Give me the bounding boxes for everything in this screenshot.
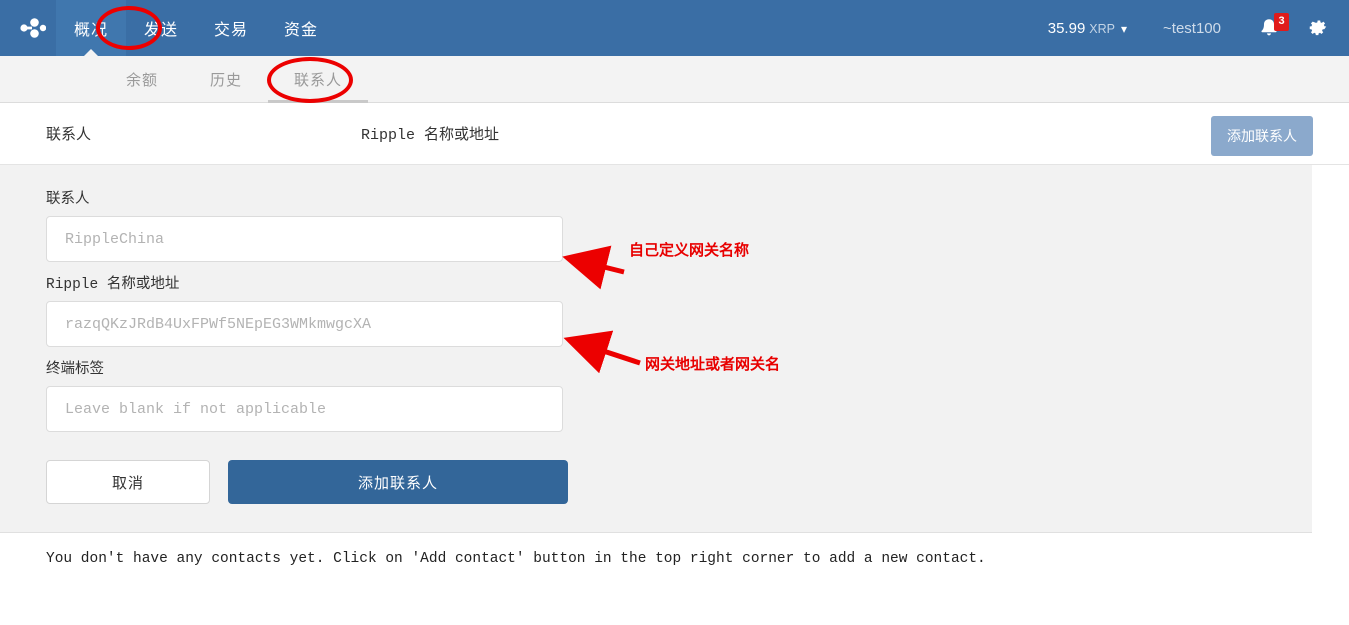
- destination-tag-input[interactable]: [46, 386, 563, 432]
- contact-name-input[interactable]: [46, 216, 563, 262]
- ripple-logo-icon: [20, 18, 46, 38]
- subtab-history-label: 历史: [210, 71, 243, 89]
- field-ripple-address: Ripple 名称或地址: [46, 272, 1312, 347]
- field-destination-tag-label: 终端标签: [46, 362, 104, 378]
- balance-currency: XRP: [1089, 21, 1115, 36]
- primary-nav: 概况 发送 交易 资金: [56, 0, 336, 56]
- nav-item-overview-label: 概况: [74, 22, 109, 39]
- gear-icon: [1309, 20, 1327, 36]
- chevron-down-icon: ▾: [1121, 21, 1128, 36]
- nav-item-send-label: 发送: [144, 22, 179, 39]
- ripple-logo[interactable]: [0, 0, 56, 56]
- subtab-contacts-label: 联系人: [294, 71, 343, 89]
- nav-item-fund-label: 资金: [284, 22, 319, 39]
- field-ripple-address-label: Ripple 名称或地址: [46, 277, 180, 293]
- field-contact-name-label: 联系人: [46, 192, 90, 208]
- field-contact-name: 联系人: [46, 187, 1312, 262]
- add-contact-button-top[interactable]: 添加联系人: [1211, 116, 1313, 156]
- nav-item-overview[interactable]: 概况: [56, 0, 127, 56]
- cancel-button[interactable]: 取消: [46, 460, 210, 504]
- nav-item-trade-label: 交易: [214, 22, 249, 39]
- notification-badge: 3: [1274, 13, 1289, 31]
- nav-item-fund[interactable]: 资金: [266, 0, 336, 56]
- nav-item-trade[interactable]: 交易: [196, 0, 266, 56]
- sub-navigation: 余额 历史 联系人: [0, 56, 1349, 103]
- contacts-table-header: 联系人 Ripple 名称或地址 添加联系人: [0, 103, 1349, 165]
- ripple-address-input[interactable]: [46, 301, 563, 347]
- navbar-right-group: 35.99 XRP ▾ ~test100 3: [1034, 0, 1349, 56]
- settings-button[interactable]: [1295, 17, 1335, 39]
- add-contact-form: 联系人 Ripple 名称或地址 终端标签 取消 添加联系人: [0, 165, 1312, 533]
- column-header-contact: 联系人: [46, 127, 92, 144]
- submit-add-contact-button[interactable]: 添加联系人: [228, 460, 568, 504]
- top-navbar: 概况 发送 交易 资金 35.99 XRP ▾ ~test100 3: [0, 0, 1349, 56]
- form-actions: 取消 添加联系人: [46, 460, 1312, 504]
- field-destination-tag: 终端标签: [46, 357, 1312, 432]
- username-label: ~test100: [1163, 19, 1221, 37]
- nav-item-send[interactable]: 发送: [126, 0, 196, 56]
- balance-dropdown[interactable]: 35.99 XRP ▾: [1034, 20, 1141, 37]
- app-root: 概况 发送 交易 资金 35.99 XRP ▾ ~test100 3 余额 历史…: [0, 0, 1349, 625]
- subtab-contacts[interactable]: 联系人: [268, 56, 369, 103]
- subtab-history[interactable]: 历史: [184, 56, 268, 102]
- subtab-balance-label: 余额: [126, 71, 159, 89]
- subtab-balance[interactable]: 余额: [100, 56, 184, 102]
- main-content: 联系人 Ripple 名称或地址 添加联系人 联系人 Ripple 名称或地址 …: [0, 103, 1349, 567]
- notifications-button[interactable]: 3: [1243, 13, 1295, 39]
- balance-amount: 35.99: [1047, 19, 1086, 37]
- username-menu[interactable]: ~test100: [1141, 20, 1243, 37]
- column-header-address: Ripple 名称或地址: [361, 127, 500, 144]
- empty-state-message: You don't have any contacts yet. Click o…: [46, 551, 986, 567]
